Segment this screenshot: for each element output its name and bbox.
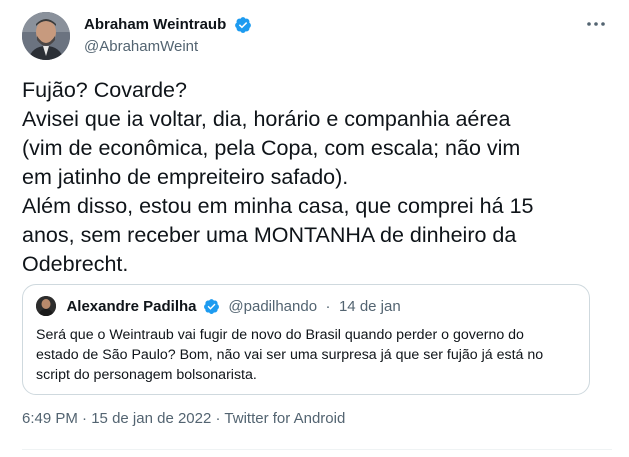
quoted-text-line: estado de São Paulo? Bom, não vai ser um…	[36, 347, 544, 363]
meta-separator: ·	[215, 410, 221, 427]
tweet-text-line: anos, sem receber uma MONTANHA de dinhei…	[22, 223, 517, 247]
tweet-source[interactable]: Twitter for Android	[224, 410, 345, 427]
tweet-text-line: Odebrecht.	[22, 252, 129, 276]
quoted-author-avatar	[36, 296, 56, 316]
quoted-tweet-header: Alexandre Padilha @padilhando · 14 de ja…	[36, 296, 401, 316]
tweet-text-line: Fujão? Covarde?	[22, 78, 187, 102]
more-options-icon[interactable]	[584, 14, 608, 34]
quoted-author-display-name: Alexandre Padilha	[66, 297, 197, 315]
author-handle[interactable]: @AbrahamWeint	[84, 37, 252, 56]
tweet-text-line: Além disso, estou em minha casa, que com…	[22, 194, 534, 218]
tweet-text-line: em jatinho de empreiteiro safado).	[22, 165, 349, 189]
quoted-date: 14 de jan	[338, 297, 401, 315]
quoted-text-line: script do personagem bolsonarista.	[36, 367, 257, 383]
tweet-card: Abraham Weintraub @AbrahamWeint Fujão? C…	[0, 0, 629, 457]
tweet-text-line: Avisei que ia voltar, dia, horário e com…	[22, 107, 511, 131]
tweet-time[interactable]: 6:49 PM	[22, 410, 78, 427]
tweet-text-line: (vim de econômica, pela Copa, com escala…	[22, 136, 521, 160]
tweet-date[interactable]: 15 de jan de 2022	[91, 410, 211, 427]
author-avatar[interactable]	[22, 12, 70, 60]
divider	[22, 449, 612, 450]
tweet-text: Fujão? Covarde? Avisei que ia voltar, di…	[22, 76, 612, 279]
quoted-tweet[interactable]: Alexandre Padilha @padilhando · 14 de ja…	[22, 284, 590, 395]
quoted-tweet-text: Será que o Weintraub vai fugir de novo d…	[36, 325, 581, 385]
author-display-name[interactable]: Abraham Weintraub	[84, 15, 226, 34]
verified-badge-icon	[234, 16, 251, 33]
author-names: Abraham Weintraub @AbrahamWeint	[84, 15, 252, 56]
verified-badge-icon	[204, 298, 219, 314]
tweet-header: Abraham Weintraub @AbrahamWeint	[22, 12, 612, 60]
tweet-metadata: 6:49 PM · 15 de jan de 2022 · Twitter fo…	[22, 410, 345, 427]
quoted-text-line: Será que o Weintraub vai fugir de novo d…	[36, 327, 524, 343]
meta-separator: ·	[82, 410, 88, 427]
quoted-separator: ·	[325, 297, 331, 315]
quoted-author-handle: @padilhando	[228, 297, 318, 315]
